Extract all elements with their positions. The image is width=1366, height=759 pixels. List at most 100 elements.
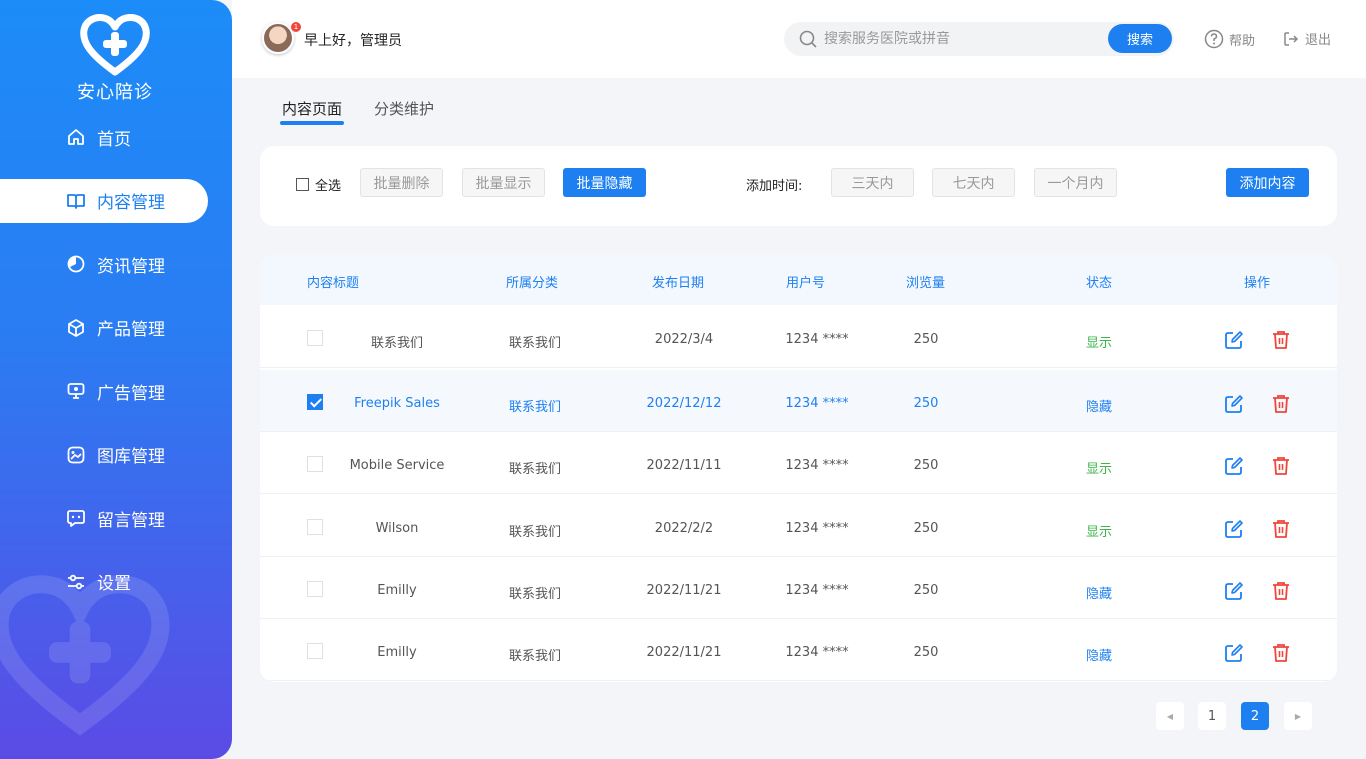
edit-icon[interactable]	[1223, 455, 1245, 477]
row-checkbox[interactable]	[307, 581, 323, 597]
logo-heart-icon	[80, 14, 150, 76]
table-row[interactable]: Wilson 联系我们 2022/2/2 1234 **** 250 显示	[260, 495, 1337, 557]
chevron-right-icon: ▶	[1294, 711, 1302, 721]
pagination-prev-button[interactable]: ◀	[1156, 702, 1184, 730]
cell-status: 隐藏	[1085, 587, 1113, 602]
pagination-page-2[interactable]: 2	[1241, 702, 1269, 730]
sidebar-item-label: 图库管理	[97, 447, 165, 467]
row-checkbox[interactable]	[307, 456, 323, 472]
add-content-button[interactable]: 添加内容	[1226, 168, 1309, 197]
sidebar-item-label: 内容管理	[97, 193, 165, 213]
pagination-page-1[interactable]: 1	[1198, 702, 1226, 730]
edit-icon[interactable]	[1223, 518, 1245, 540]
cell-category: 联系我们	[508, 400, 562, 415]
batch-hide-button[interactable]: 批量隐藏	[563, 168, 646, 197]
pie-icon	[66, 254, 86, 274]
sidebar-item-label: 广告管理	[97, 383, 165, 404]
help-link[interactable]: 帮助	[1204, 29, 1255, 49]
watermark-heart-icon	[0, 575, 170, 736]
sidebar-item-news[interactable]: 资讯管理	[0, 242, 208, 286]
gallery-icon	[66, 445, 86, 465]
cell-category: 联系我们	[508, 336, 562, 351]
delete-icon[interactable]	[1270, 393, 1292, 415]
book-icon	[66, 191, 86, 211]
avatar[interactable]	[262, 22, 294, 54]
filter-7-days-button[interactable]: 七天内	[932, 168, 1015, 197]
delete-icon[interactable]	[1270, 455, 1292, 477]
cell-views: 250	[913, 521, 939, 536]
cell-user: 1234 ****	[785, 458, 849, 473]
filter-3-days-button[interactable]: 三天内	[831, 168, 914, 197]
table-row[interactable]: Mobile Service 联系我们 2022/11/11 1234 **** 250…	[260, 432, 1337, 494]
delete-icon[interactable]	[1270, 329, 1292, 351]
delete-icon[interactable]	[1270, 518, 1292, 540]
sidebar-item-home[interactable]: 首页	[0, 115, 208, 159]
cell-date: 2022/2/2	[654, 521, 714, 536]
filter-1-month-button[interactable]: 一个月内	[1034, 168, 1117, 197]
delete-icon[interactable]	[1270, 642, 1292, 664]
table-row[interactable]: Emilly 联系我们 2022/11/21 1234 **** 250 隐藏	[260, 619, 1337, 681]
sidebar-menu: 首页 内容管理 资讯管理 产品管理 广告管理 图库管理 留言管理 设置	[0, 115, 232, 623]
edit-icon[interactable]	[1223, 393, 1245, 415]
search-bar: 搜索	[784, 22, 1174, 56]
table-row[interactable]: Emilly 联系我们 2022/11/21 1234 **** 250 隐藏	[260, 557, 1337, 619]
cell-views: 250	[913, 396, 939, 411]
cell-views: 250	[913, 332, 939, 347]
edit-icon[interactable]	[1223, 642, 1245, 664]
row-checkbox[interactable]	[307, 330, 323, 346]
select-all-label: 全选	[315, 179, 342, 194]
sidebar-item-label: 产品管理	[97, 320, 165, 340]
monitor-icon	[66, 381, 86, 401]
row-checkbox[interactable]	[307, 394, 323, 410]
sidebar-item-gallery[interactable]: 图库管理	[0, 433, 208, 477]
edit-icon[interactable]	[1223, 580, 1245, 602]
help-icon	[1204, 29, 1224, 49]
cell-date: 2022/12/12	[646, 396, 722, 411]
table-row[interactable]: Freepik Sales 联系我们 2022/12/12 1234 **** 250 隐…	[260, 370, 1337, 432]
cell-date: 2022/11/21	[646, 645, 722, 660]
column-header-views: 浏览量	[906, 276, 946, 291]
sidebar-item-label: 首页	[97, 129, 131, 150]
sidebar-item-product[interactable]: 产品管理	[0, 306, 208, 350]
top-header: 1 早上好，管理员 搜索 帮助 退出	[232, 0, 1366, 78]
tab-content-page[interactable]: 内容页面	[282, 98, 342, 119]
column-header-category: 所属分类	[506, 276, 559, 291]
row-checkbox[interactable]	[307, 643, 323, 659]
delete-icon[interactable]	[1270, 580, 1292, 602]
logout-label: 退出	[1305, 33, 1332, 48]
chevron-left-icon: ◀	[1166, 711, 1174, 721]
cell-date: 2022/11/11	[646, 458, 722, 473]
cell-views: 250	[913, 583, 939, 598]
select-all-checkbox[interactable]: 全选	[296, 175, 341, 194]
batch-delete-button[interactable]: 批量删除	[360, 168, 443, 197]
cell-status: 显示	[1085, 462, 1113, 477]
cell-status: 隐藏	[1085, 649, 1113, 664]
cell-title: Emilly	[377, 583, 417, 598]
box-icon	[66, 318, 86, 338]
column-header-user: 用户号	[786, 276, 826, 291]
logo[interactable]: 安心陪诊	[0, 14, 230, 104]
sidebar: 安心陪诊 首页 内容管理 资讯管理 产品管理 广告管理 图库管理 留言管理 设置	[0, 0, 232, 759]
pagination-next-button[interactable]: ▶	[1284, 702, 1312, 730]
cell-user: 1234 ****	[785, 521, 849, 536]
search-input[interactable]	[824, 31, 1094, 47]
sidebar-item-ads[interactable]: 广告管理	[0, 369, 208, 413]
logout-link[interactable]: 退出	[1282, 29, 1331, 48]
table-row[interactable]: 联系我们 联系我们 2022/3/4 1234 **** 250 显示	[260, 306, 1337, 368]
cell-user: 1234 ****	[785, 396, 849, 411]
tab-category[interactable]: 分类维护	[374, 98, 434, 119]
sidebar-item-content[interactable]: 内容管理	[0, 178, 208, 223]
checkbox[interactable]	[296, 178, 309, 191]
sidebar-item-label: 留言管理	[97, 510, 165, 531]
sidebar-item-messages[interactable]: 留言管理	[0, 496, 208, 540]
column-header-title: 内容标题	[307, 276, 360, 291]
row-checkbox[interactable]	[307, 519, 323, 535]
cell-views: 250	[913, 645, 939, 660]
brand-name: 安心陪诊	[77, 82, 153, 103]
cell-title: 联系我们	[370, 336, 424, 351]
batch-show-button[interactable]: 批量显示	[462, 168, 545, 197]
search-button[interactable]: 搜索	[1108, 24, 1172, 53]
cell-category: 联系我们	[508, 462, 562, 477]
edit-icon[interactable]	[1223, 329, 1245, 351]
tab-active-indicator	[280, 121, 344, 125]
